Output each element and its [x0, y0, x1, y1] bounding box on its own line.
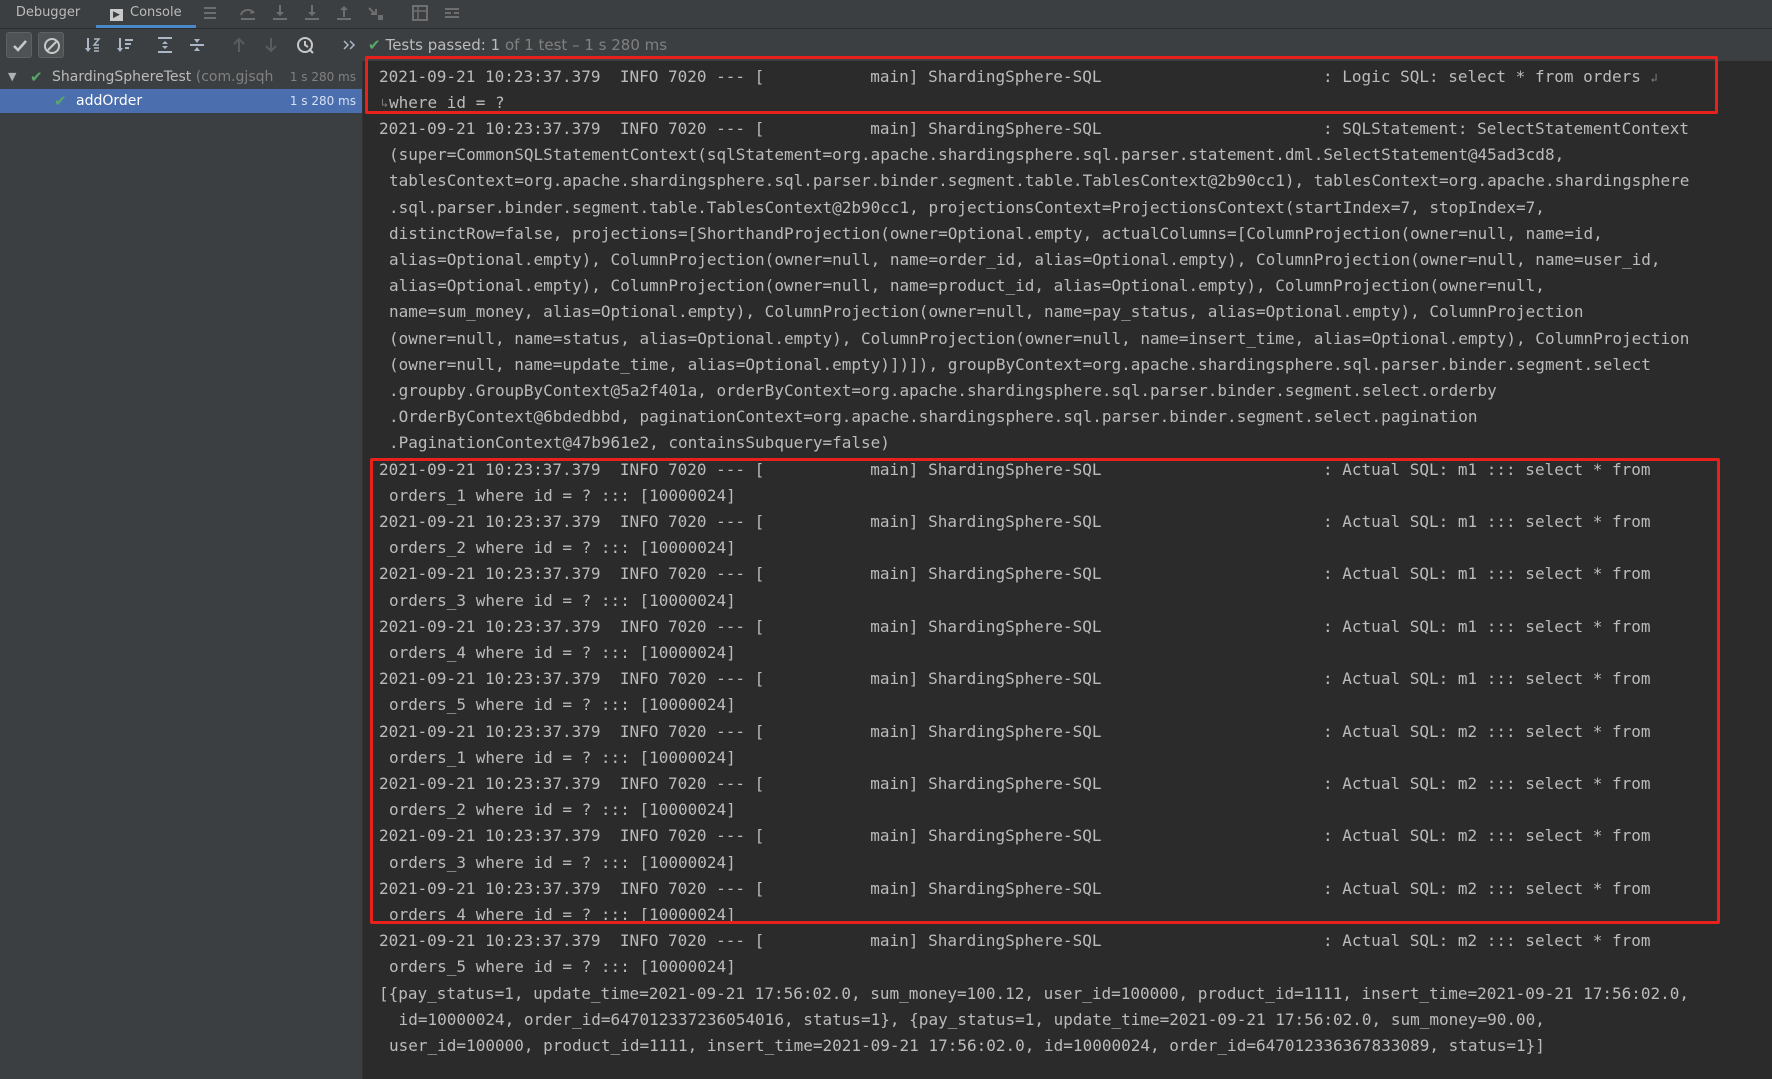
log-line: .PaginationContext@47b961e2, containsSub… [389, 433, 890, 453]
step-into-icon[interactable] [270, 3, 290, 23]
tree-node-label: ShardingSphereTest (com.gjsqh [52, 65, 273, 89]
test-status: ✔ Tests passed: 1 of 1 test – 1 s 280 ms [368, 36, 667, 54]
sort-alphabetically-button[interactable] [80, 32, 106, 58]
test-method-name: addOrder [76, 93, 143, 109]
log-line: (owner=null, name=update_time, alias=Opt… [389, 354, 1651, 374]
test-class-name: ShardingSphereTest [52, 69, 192, 85]
test-class-package: (com.gjsqh [195, 69, 274, 85]
tree-node-shardingspheretest[interactable]: ▼ ✔ ShardingSphereTest (com.gjsqh 1 s 28… [0, 65, 362, 89]
log-line: name=sum_money, alias=Optional.empty), C… [389, 302, 1584, 322]
console-output[interactable]: 2021-09-21 10:23:37.379 INFO 7020 --- [ … [364, 56, 1772, 1079]
trace-current-stream-icon[interactable] [442, 3, 462, 23]
expand-arrow-icon[interactable]: ▼ [8, 65, 16, 89]
log-line-actual-sql-cont: orders_5 where id = ? ::: [10000024] [389, 957, 736, 977]
tree-node-addorder[interactable]: ✔ addOrder 1 s 280 ms [0, 89, 362, 113]
passed-check-icon: ✔ [368, 36, 381, 54]
tab-console[interactable]: ▶ Console [96, 0, 196, 28]
result-line: user_id=100000, product_id=1111, insert_… [389, 1036, 1545, 1055]
passed-check-icon: ✔ [30, 68, 43, 86]
log-line-actual-sql: 2021-09-21 10:23:37.379 INFO 7020 --- [ … [379, 931, 1651, 951]
show-passed-button[interactable] [6, 32, 32, 58]
tab-console-label: Console [130, 5, 182, 20]
step-out-icon[interactable] [334, 3, 354, 23]
show-ignored-button[interactable] [38, 32, 64, 58]
test-duration: 1 s 280 ms [289, 70, 356, 84]
log-line: alias=Optional.empty), ColumnProjection(… [389, 250, 1661, 269]
test-duration: 1 s 280 ms [289, 94, 356, 108]
console-icon: ▶ [110, 9, 123, 21]
test-history-button[interactable] [292, 32, 318, 58]
collapse-all-button[interactable] [184, 32, 210, 58]
passed-check-icon: ✔ [54, 92, 67, 110]
log-line: 2021-09-21 10:23:37.379 INFO 7020 --- [ … [379, 119, 1690, 138]
status-prefix: Tests passed: [385, 36, 486, 54]
log-line: .OrderByContext@6bdedbbd, paginationCont… [389, 407, 1478, 427]
menu-icon[interactable] [200, 3, 220, 23]
log-line: .sql.parser.binder.segment.table.TablesC… [389, 197, 1545, 217]
highlight-box-actual-sql [370, 458, 1720, 924]
force-step-into-icon[interactable] [302, 3, 322, 23]
tab-debugger[interactable]: Debugger [0, 0, 96, 28]
log-line: distinctRow=false, projections=[Shorthan… [389, 223, 1603, 243]
log-line: tablesContext=org.apache.shardingsphere.… [389, 171, 1690, 191]
log-line: (super=CommonSQLStatementContext(sqlStat… [389, 145, 1565, 165]
expand-all-button[interactable] [152, 32, 178, 58]
next-failed-test-button[interactable] [258, 32, 284, 58]
log-line: (owner=null, name=status, alias=Optional… [389, 328, 1690, 348]
highlight-box-logic-sql [365, 56, 1718, 114]
evaluate-expression-icon[interactable] [410, 3, 430, 23]
tool-window-tab-bar: Debugger ▶ Console [0, 0, 1772, 29]
log-line: alias=Optional.empty), ColumnProjection(… [389, 276, 1545, 296]
sort-by-duration-button[interactable] [112, 32, 138, 58]
previous-failed-test-button[interactable] [226, 32, 252, 58]
step-over-icon[interactable] [238, 3, 258, 23]
more-actions-chevron-icon[interactable] [336, 32, 362, 58]
status-detail: of 1 test – 1 s 280 ms [504, 36, 668, 54]
log-line: .groupby.GroupByContext@5a2f401a, orderB… [389, 381, 1497, 400]
test-tree: ▼ ✔ ShardingSphereTest (com.gjsqh 1 s 28… [0, 61, 363, 1079]
status-count: 1 [490, 36, 501, 54]
result-line: id=10000024, order_id=647012337236054016… [389, 1009, 1545, 1029]
result-line: [{pay_status=1, update_time=2021-09-21 1… [379, 983, 1690, 1003]
run-to-cursor-icon[interactable] [366, 3, 386, 23]
